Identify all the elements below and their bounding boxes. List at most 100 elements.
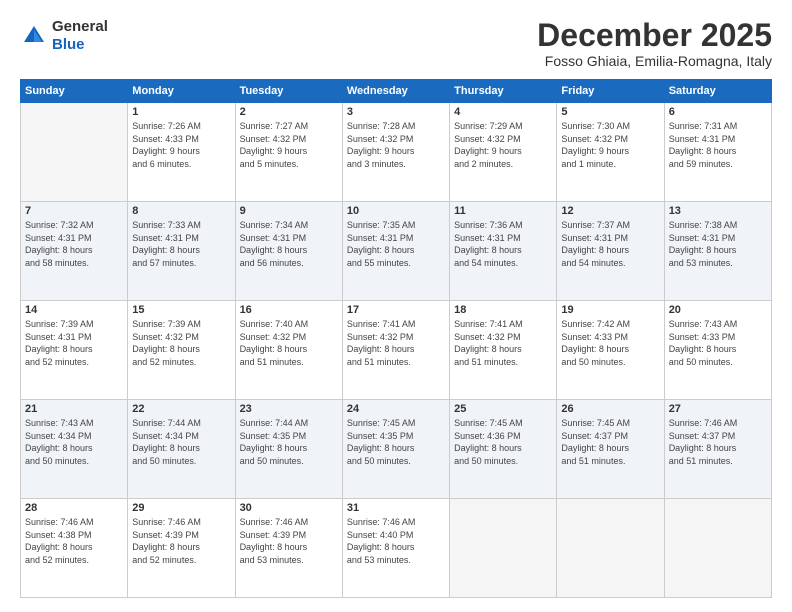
day-number: 31 [347, 502, 445, 514]
day-cell: 1 Sunrise: 7:26 AM Sunset: 4:33 PM Daylig… [128, 103, 235, 202]
week-row-4: 28 Sunrise: 7:46 AM Sunset: 4:38 PM Dayli… [21, 499, 772, 598]
calendar-body: 1 Sunrise: 7:26 AM Sunset: 4:33 PM Daylig… [21, 103, 772, 598]
day-cell: 14 Sunrise: 7:39 AM Sunset: 4:31 PM Dayli… [21, 301, 128, 400]
day-cell: 7 Sunrise: 7:32 AM Sunset: 4:31 PM Daylig… [21, 202, 128, 301]
day-info: Sunrise: 7:45 AM Sunset: 4:37 PM Dayligh… [561, 417, 659, 467]
col-tuesday: Tuesday [235, 80, 342, 103]
day-number: 16 [240, 304, 338, 316]
day-info: Sunrise: 7:32 AM Sunset: 4:31 PM Dayligh… [25, 219, 123, 269]
day-cell: 30 Sunrise: 7:46 AM Sunset: 4:39 PM Dayli… [235, 499, 342, 598]
month-title: December 2025 [537, 18, 772, 53]
header: General Blue December 2025 Fosso Ghiaia,… [20, 18, 772, 69]
day-cell [664, 499, 771, 598]
day-number: 9 [240, 205, 338, 217]
day-cell: 8 Sunrise: 7:33 AM Sunset: 4:31 PM Daylig… [128, 202, 235, 301]
day-cell: 18Sunrise: 7:41 AM Sunset: 4:32 PM Dayli… [450, 301, 557, 400]
day-info: Sunrise: 7:26 AM Sunset: 4:33 PM Dayligh… [132, 120, 230, 170]
day-info: Sunrise: 7:31 AM Sunset: 4:31 PM Dayligh… [669, 120, 767, 170]
day-info: Sunrise: 7:46 AM Sunset: 4:39 PM Dayligh… [132, 516, 230, 566]
day-number: 7 [25, 205, 123, 217]
day-cell: 2Sunrise: 7:27 AM Sunset: 4:32 PM Daylig… [235, 103, 342, 202]
day-info: Sunrise: 7:36 AM Sunset: 4:31 PM Dayligh… [454, 219, 552, 269]
day-info: Sunrise: 7:29 AM Sunset: 4:32 PM Dayligh… [454, 120, 552, 170]
day-info: Sunrise: 7:41 AM Sunset: 4:32 PM Dayligh… [347, 318, 445, 368]
logo-text: General Blue [52, 18, 108, 54]
day-info: Sunrise: 7:30 AM Sunset: 4:32 PM Dayligh… [561, 120, 659, 170]
day-cell: 20Sunrise: 7:43 AM Sunset: 4:33 PM Dayli… [664, 301, 771, 400]
day-number: 15 [132, 304, 230, 316]
day-number: 3 [347, 106, 445, 118]
col-wednesday: Wednesday [342, 80, 449, 103]
day-cell: 29 Sunrise: 7:46 AM Sunset: 4:39 PM Dayli… [128, 499, 235, 598]
day-cell: 24Sunrise: 7:45 AM Sunset: 4:35 PM Dayli… [342, 400, 449, 499]
logo-general: General [52, 18, 108, 35]
day-cell: 22 Sunrise: 7:44 AM Sunset: 4:34 PM Dayli… [128, 400, 235, 499]
day-number: 8 [132, 205, 230, 217]
day-info: Sunrise: 7:45 AM Sunset: 4:35 PM Dayligh… [347, 417, 445, 467]
page: General Blue December 2025 Fosso Ghiaia,… [0, 0, 792, 612]
day-cell: 11 Sunrise: 7:36 AM Sunset: 4:31 PM Dayli… [450, 202, 557, 301]
col-sunday: Sunday [21, 80, 128, 103]
day-info: Sunrise: 7:46 AM Sunset: 4:38 PM Dayligh… [25, 516, 123, 566]
col-saturday: Saturday [664, 80, 771, 103]
calendar-header: Sunday Monday Tuesday Wednesday Thursday… [21, 80, 772, 103]
day-cell: 15 Sunrise: 7:39 AM Sunset: 4:32 PM Dayli… [128, 301, 235, 400]
day-cell [557, 499, 664, 598]
day-cell: 19 Sunrise: 7:42 AM Sunset: 4:33 PM Dayli… [557, 301, 664, 400]
day-number: 17 [347, 304, 445, 316]
day-number: 13 [669, 205, 767, 217]
day-info: Sunrise: 7:45 AM Sunset: 4:36 PM Dayligh… [454, 417, 552, 467]
day-number: 19 [561, 304, 659, 316]
logo-blue: Blue [52, 36, 85, 53]
day-number: 30 [240, 502, 338, 514]
day-info: Sunrise: 7:35 AM Sunset: 4:31 PM Dayligh… [347, 219, 445, 269]
day-cell: 28 Sunrise: 7:46 AM Sunset: 4:38 PM Dayli… [21, 499, 128, 598]
day-number: 12 [561, 205, 659, 217]
day-cell [450, 499, 557, 598]
week-row-2: 14 Sunrise: 7:39 AM Sunset: 4:31 PM Dayli… [21, 301, 772, 400]
day-info: Sunrise: 7:46 AM Sunset: 4:37 PM Dayligh… [669, 417, 767, 467]
logo-icon [20, 22, 48, 50]
day-cell: 4 Sunrise: 7:29 AM Sunset: 4:32 PM Daylig… [450, 103, 557, 202]
title-block: December 2025 Fosso Ghiaia, Emilia-Romag… [537, 18, 772, 69]
day-info: Sunrise: 7:42 AM Sunset: 4:33 PM Dayligh… [561, 318, 659, 368]
week-row-1: 7 Sunrise: 7:32 AM Sunset: 4:31 PM Daylig… [21, 202, 772, 301]
day-number: 21 [25, 403, 123, 415]
col-friday: Friday [557, 80, 664, 103]
day-info: Sunrise: 7:43 AM Sunset: 4:33 PM Dayligh… [669, 318, 767, 368]
day-number: 22 [132, 403, 230, 415]
day-number: 1 [132, 106, 230, 118]
day-info: Sunrise: 7:37 AM Sunset: 4:31 PM Dayligh… [561, 219, 659, 269]
day-cell: 26Sunrise: 7:45 AM Sunset: 4:37 PM Dayli… [557, 400, 664, 499]
week-row-0: 1 Sunrise: 7:26 AM Sunset: 4:33 PM Daylig… [21, 103, 772, 202]
day-info: Sunrise: 7:43 AM Sunset: 4:34 PM Dayligh… [25, 417, 123, 467]
day-number: 28 [25, 502, 123, 514]
day-cell: 21 Sunrise: 7:43 AM Sunset: 4:34 PM Dayli… [21, 400, 128, 499]
day-number: 4 [454, 106, 552, 118]
col-monday: Monday [128, 80, 235, 103]
day-number: 6 [669, 106, 767, 118]
day-number: 14 [25, 304, 123, 316]
day-cell: 12 Sunrise: 7:37 AM Sunset: 4:31 PM Dayli… [557, 202, 664, 301]
day-info: Sunrise: 7:38 AM Sunset: 4:31 PM Dayligh… [669, 219, 767, 269]
day-info: Sunrise: 7:39 AM Sunset: 4:32 PM Dayligh… [132, 318, 230, 368]
header-row: Sunday Monday Tuesday Wednesday Thursday… [21, 80, 772, 103]
day-info: Sunrise: 7:46 AM Sunset: 4:39 PM Dayligh… [240, 516, 338, 566]
day-info: Sunrise: 7:46 AM Sunset: 4:40 PM Dayligh… [347, 516, 445, 566]
day-info: Sunrise: 7:39 AM Sunset: 4:31 PM Dayligh… [25, 318, 123, 368]
day-number: 18 [454, 304, 552, 316]
day-number: 23 [240, 403, 338, 415]
day-cell: 17 Sunrise: 7:41 AM Sunset: 4:32 PM Dayli… [342, 301, 449, 400]
day-number: 25 [454, 403, 552, 415]
day-cell: 10Sunrise: 7:35 AM Sunset: 4:31 PM Dayli… [342, 202, 449, 301]
calendar: Sunday Monday Tuesday Wednesday Thursday… [20, 79, 772, 598]
day-info: Sunrise: 7:33 AM Sunset: 4:31 PM Dayligh… [132, 219, 230, 269]
day-number: 29 [132, 502, 230, 514]
day-number: 11 [454, 205, 552, 217]
day-info: Sunrise: 7:44 AM Sunset: 4:34 PM Dayligh… [132, 417, 230, 467]
day-cell: 3Sunrise: 7:28 AM Sunset: 4:32 PM Daylig… [342, 103, 449, 202]
day-cell: 31 Sunrise: 7:46 AM Sunset: 4:40 PM Dayli… [342, 499, 449, 598]
day-info: Sunrise: 7:44 AM Sunset: 4:35 PM Dayligh… [240, 417, 338, 467]
day-cell [21, 103, 128, 202]
day-cell: 23 Sunrise: 7:44 AM Sunset: 4:35 PM Dayli… [235, 400, 342, 499]
